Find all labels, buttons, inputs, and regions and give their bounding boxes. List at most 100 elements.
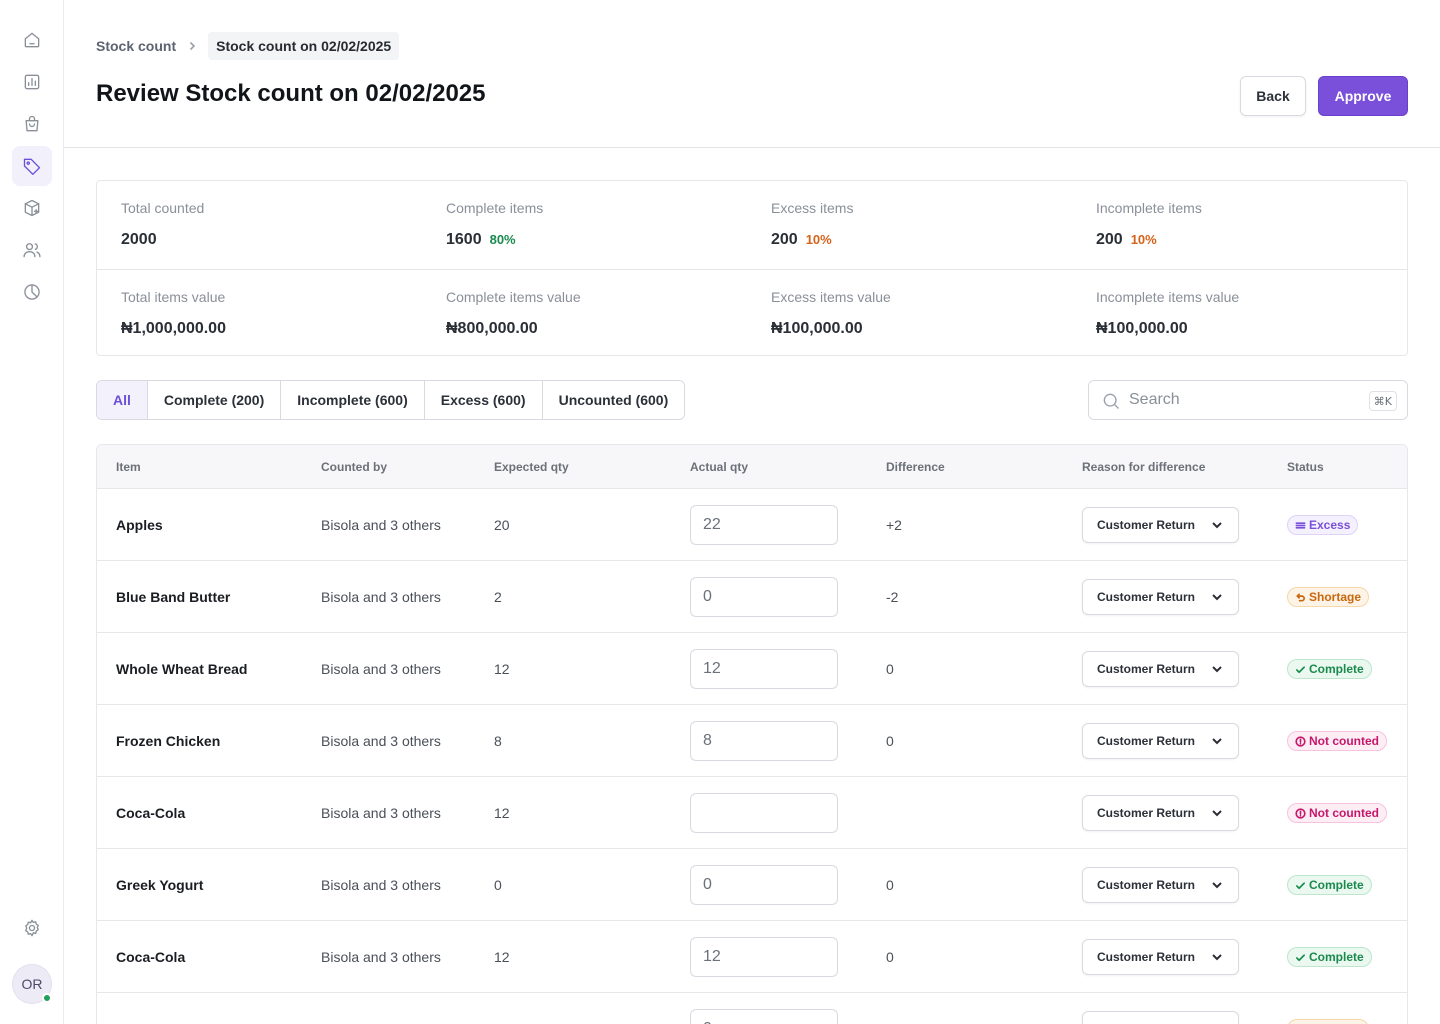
stat-value: 1600 80% xyxy=(446,231,516,249)
keyboard-shortcut-hint: ⌘K xyxy=(1368,391,1397,411)
status-label: Excess xyxy=(1309,518,1351,532)
actual-qty-cell xyxy=(690,489,838,561)
difference: 0 xyxy=(886,733,894,749)
chevron-down-icon xyxy=(1212,738,1222,745)
nav-customers[interactable] xyxy=(12,230,52,270)
stat-number: ₦100,000.00 xyxy=(1096,320,1188,337)
status-cell: Not counted xyxy=(1287,777,1387,849)
status-cell: Shortage xyxy=(1287,993,1370,1024)
tab-excess[interactable]: Excess (600) xyxy=(424,381,543,419)
search-box: ⌘K xyxy=(1088,380,1408,420)
reason-cell: Customer Return xyxy=(1082,993,1239,1024)
reason-dropdown[interactable]: Customer Return xyxy=(1082,579,1239,615)
actual-qty-input[interactable] xyxy=(690,793,838,833)
stat-number: ₦100,000.00 xyxy=(771,320,863,337)
stat-label: Total counted xyxy=(121,200,205,216)
reason-cell: Customer Return xyxy=(1082,777,1239,849)
bar-chart-icon xyxy=(24,74,40,90)
counted-by: Bisola and 3 others xyxy=(321,589,441,605)
status-label: Not counted xyxy=(1309,806,1379,820)
actual-qty-input[interactable] xyxy=(690,649,838,689)
reason-dropdown[interactable]: Customer Return xyxy=(1082,651,1239,687)
item-name: Greek Yogurt xyxy=(116,877,204,893)
status-label: Complete xyxy=(1309,878,1364,892)
actual-qty-input[interactable] xyxy=(690,505,838,545)
chevron-right-icon xyxy=(186,40,198,52)
stat-label: Excess items xyxy=(771,200,854,216)
reason-value: Customer Return xyxy=(1097,590,1196,604)
reason-dropdown[interactable]: Customer Return xyxy=(1082,795,1239,831)
avatar-initials: OR xyxy=(21,976,43,992)
status-badge-complete: Complete xyxy=(1287,875,1372,895)
stat-incomplete-items-value: Incomplete items value ₦100,000.00 xyxy=(1072,270,1397,358)
stat-value: ₦100,000.00 xyxy=(1096,320,1188,338)
reason-dropdown[interactable]: Customer Return xyxy=(1082,507,1239,543)
reason-value: Customer Return xyxy=(1097,518,1196,532)
page-title: Review Stock count on 02/02/2025 xyxy=(96,80,486,107)
stat-excess-items: Excess items 200 10% xyxy=(747,181,1072,269)
counted-by: Bisola and 3 others xyxy=(321,993,441,1024)
actual-qty-input[interactable] xyxy=(690,1009,838,1024)
stat-value: 2000 xyxy=(121,231,157,249)
nav-analytics[interactable] xyxy=(12,272,52,312)
tab-incomplete[interactable]: Incomplete (600) xyxy=(281,381,425,419)
stat-total-items-value: Total items value ₦1,000,000.00 xyxy=(97,270,422,358)
stat-incomplete-items: Incomplete items 200 10% xyxy=(1072,181,1397,269)
actual-qty-input[interactable] xyxy=(690,937,838,977)
column-header-status: Status xyxy=(1287,460,1324,474)
expected-qty: 20 xyxy=(494,517,510,533)
stat-label: Complete items xyxy=(446,200,544,216)
stat-percentage: 10% xyxy=(805,232,832,247)
actual-qty-input[interactable] xyxy=(690,865,838,905)
reason-cell: Customer Return xyxy=(1082,561,1239,633)
reason-dropdown[interactable]: Customer Return xyxy=(1082,1011,1239,1024)
tab-complete[interactable]: Complete (200) xyxy=(147,381,282,419)
nav-settings[interactable] xyxy=(12,908,52,948)
reason-dropdown[interactable]: Customer Return xyxy=(1082,867,1239,903)
actual-qty-cell xyxy=(690,993,838,1024)
actual-qty-input[interactable] xyxy=(690,577,838,617)
status-badge-excess: Excess xyxy=(1287,515,1359,535)
chevron-down-icon xyxy=(1212,594,1222,601)
stat-percentage: 10% xyxy=(1130,232,1157,247)
check-icon xyxy=(1296,953,1305,961)
search-input[interactable] xyxy=(1129,389,1359,411)
reason-value: Customer Return xyxy=(1097,734,1196,748)
filter-tabs: All Complete (200) Incomplete (600) Exce… xyxy=(96,380,686,420)
alert-circle-icon xyxy=(1295,735,1306,747)
users-icon xyxy=(23,243,41,258)
tab-uncounted[interactable]: Uncounted (600) xyxy=(542,381,685,419)
reason-dropdown[interactable]: Customer Return xyxy=(1082,939,1239,975)
nav-inventory[interactable] xyxy=(12,146,52,186)
actual-qty-cell xyxy=(690,777,838,849)
nav-home[interactable] xyxy=(12,20,52,60)
gear-icon xyxy=(25,919,39,937)
search-icon xyxy=(1103,393,1119,409)
column-header-actual-qty: Actual qty xyxy=(690,460,749,474)
status-label: Complete xyxy=(1309,950,1364,964)
stat-value: ₦100,000.00 xyxy=(771,320,863,338)
stat-excess-items-value: Excess items value ₦100,000.00 xyxy=(747,270,1072,358)
status-badge-shortage: Shortage xyxy=(1287,587,1370,607)
status-badge-complete: Complete xyxy=(1287,947,1372,967)
home-icon xyxy=(24,32,40,48)
difference: -2 xyxy=(886,993,898,1024)
package-plus-icon xyxy=(24,199,40,217)
back-button[interactable]: Back xyxy=(1240,76,1306,116)
nav-orders[interactable] xyxy=(12,104,52,144)
stats-summary: Total counted 2000 Complete items 1600 80… xyxy=(96,180,1408,356)
tab-all[interactable]: All xyxy=(97,381,148,419)
expected-qty: 12 xyxy=(494,661,510,677)
breadcrumb-root-link[interactable]: Stock count xyxy=(96,38,176,54)
actual-qty-input[interactable] xyxy=(690,721,838,761)
breadcrumb-current: Stock count on 02/02/2025 xyxy=(208,32,400,60)
column-header-item: Item xyxy=(116,460,141,474)
stats-row-counts: Total counted 2000 Complete items 1600 80… xyxy=(97,181,1407,269)
stat-number: 200 xyxy=(1096,231,1123,248)
approve-button[interactable]: Approve xyxy=(1318,76,1408,116)
stat-number: 1600 xyxy=(446,231,482,248)
nav-reports[interactable] xyxy=(12,62,52,102)
reason-dropdown[interactable]: Customer Return xyxy=(1082,723,1239,759)
reason-cell: Customer Return xyxy=(1082,849,1239,921)
nav-products[interactable] xyxy=(12,188,52,228)
